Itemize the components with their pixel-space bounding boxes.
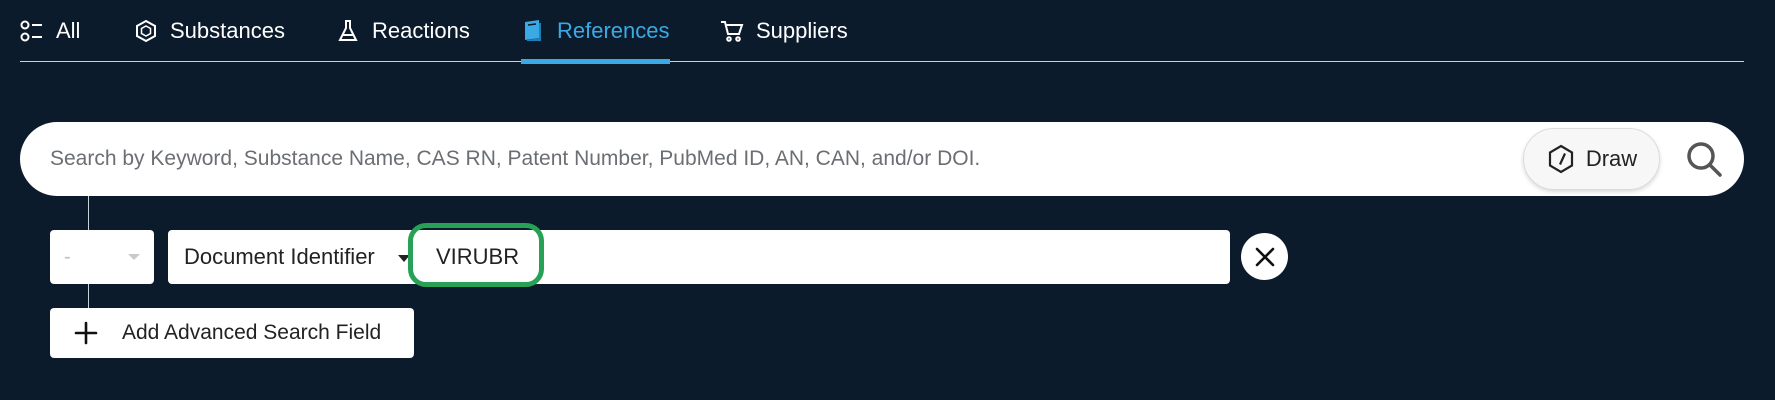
main-search-bar: Draw: [20, 122, 1744, 196]
tab-substances[interactable]: Substances: [134, 0, 285, 62]
search-page: All Substances Reactions References Supp…: [0, 0, 1775, 400]
field-value-container: [416, 230, 1230, 284]
add-field-label: Add Advanced Search Field: [122, 321, 382, 344]
draw-button-label: Draw: [1585, 146, 1638, 171]
tab-all[interactable]: All: [20, 0, 80, 62]
tab-reactions-label: Reactions: [372, 18, 470, 43]
filter-icon: [20, 19, 44, 43]
flask-icon: [336, 19, 360, 43]
boolean-operator-select[interactable]: -: [50, 230, 154, 284]
cart-icon: [720, 19, 744, 43]
close-icon: [1254, 246, 1276, 268]
tab-substances-label: Substances: [170, 18, 285, 43]
field-value-input[interactable]: [436, 230, 1196, 284]
hexagon-icon: [134, 19, 158, 43]
search-icon[interactable]: [1684, 139, 1724, 179]
add-advanced-field-button[interactable]: Add Advanced Search Field: [50, 308, 414, 358]
draw-button[interactable]: Draw: [1523, 128, 1660, 190]
field-type-select[interactable]: Document Identifier: [168, 230, 416, 284]
search-type-tabs: All Substances Reactions References Supp…: [20, 0, 1744, 64]
tab-references[interactable]: References: [521, 0, 670, 64]
caret-down-icon: [398, 255, 410, 262]
field-type-label: Document Identifier: [184, 244, 375, 269]
operator-value: -: [64, 245, 71, 268]
book-icon: [521, 19, 545, 43]
tab-suppliers[interactable]: Suppliers: [720, 0, 848, 62]
tab-all-label: All: [56, 18, 81, 43]
tab-reactions[interactable]: Reactions: [336, 0, 470, 62]
tab-references-label: References: [557, 18, 670, 43]
remove-field-button[interactable]: [1241, 233, 1288, 280]
tab-suppliers-label: Suppliers: [756, 18, 848, 43]
search-input[interactable]: [50, 147, 1523, 171]
chevron-down-icon: [128, 254, 140, 260]
plus-icon: [74, 321, 98, 345]
draw-structure-icon: [1546, 144, 1576, 174]
